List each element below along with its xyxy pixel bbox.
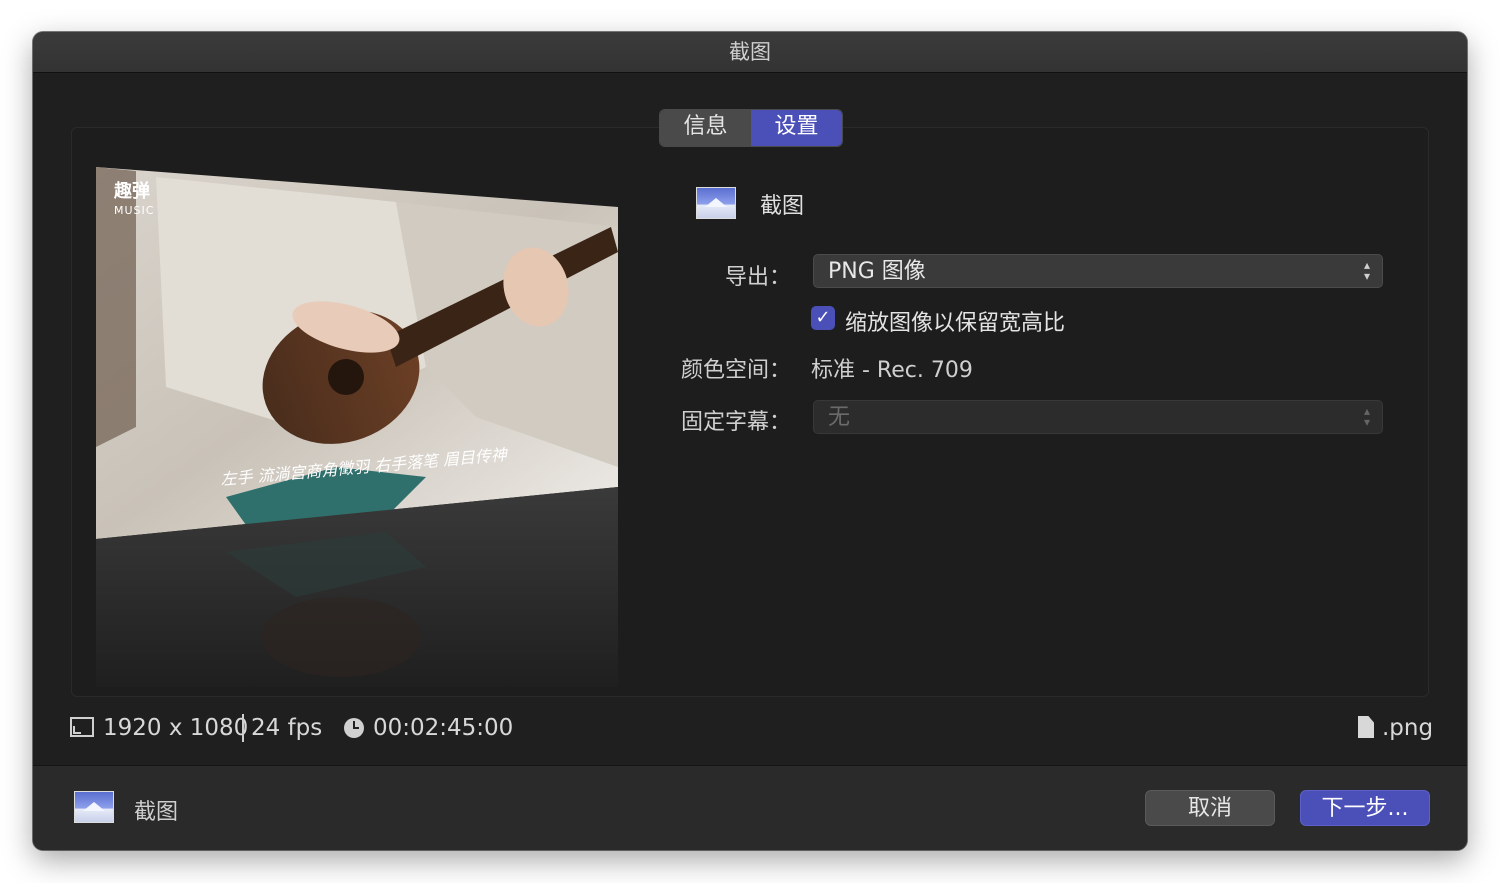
export-format-select[interactable]: PNG 图像 ▴ ▾ (813, 254, 1383, 288)
window-title: 截图 (33, 32, 1467, 73)
resolution-icon (70, 717, 94, 737)
divider (242, 714, 244, 742)
resolution-text: 1920 x 1080 (103, 715, 249, 741)
duration-text: 00:02:45:00 (373, 715, 514, 741)
file-extension: .png (1382, 715, 1434, 741)
clock-icon (344, 718, 364, 738)
scale-aspect-checkbox[interactable]: ✓ (811, 306, 835, 330)
chevron-updown-icon: ▴ ▾ (1363, 404, 1371, 429)
scale-aspect-label: 缩放图像以保留宽高比 (845, 311, 1066, 336)
color-space-value: 标准 - Rec. 709 (811, 358, 973, 383)
export-label: 导出： (724, 265, 791, 290)
export-format-value: PNG 图像 (828, 259, 926, 284)
color-space-label: 颜色空间： (680, 358, 791, 383)
fps-text: 24 fps (251, 715, 323, 741)
cancel-button[interactable]: 取消 (1145, 790, 1275, 826)
tab-info[interactable]: 信息 (660, 110, 751, 146)
watermark-sub: MUSIC (114, 204, 154, 217)
footer-preset-name: 截图 (134, 800, 179, 825)
footer-bar: 截图 取消 下一步... (33, 765, 1467, 850)
tab-settings[interactable]: 设置 (751, 110, 842, 146)
burn-in-value: 无 (828, 405, 851, 430)
file-icon (1358, 716, 1374, 738)
watermark-title: 趣弹 (113, 180, 150, 202)
preset-thumbnail-icon (74, 791, 114, 823)
export-dialog: 截图 信息 设置 左手 流淌宫商角徵羽 右手落笔 眉目传神 趣弹 MUSIC 截… (33, 32, 1467, 850)
next-button[interactable]: 下一步... (1300, 790, 1430, 826)
preset-thumbnail-icon (696, 187, 736, 219)
chevron-updown-icon: ▴ ▾ (1363, 258, 1371, 283)
tab-bar: 信息 设置 (659, 109, 843, 147)
burn-in-label: 固定字幕： (680, 410, 791, 435)
preset-name: 截图 (760, 194, 805, 219)
burn-in-select: 无 ▴ ▾ (813, 400, 1383, 434)
preview-image: 左手 流淌宫商角徵羽 右手落笔 眉目传神 趣弹 MUSIC (96, 167, 618, 687)
